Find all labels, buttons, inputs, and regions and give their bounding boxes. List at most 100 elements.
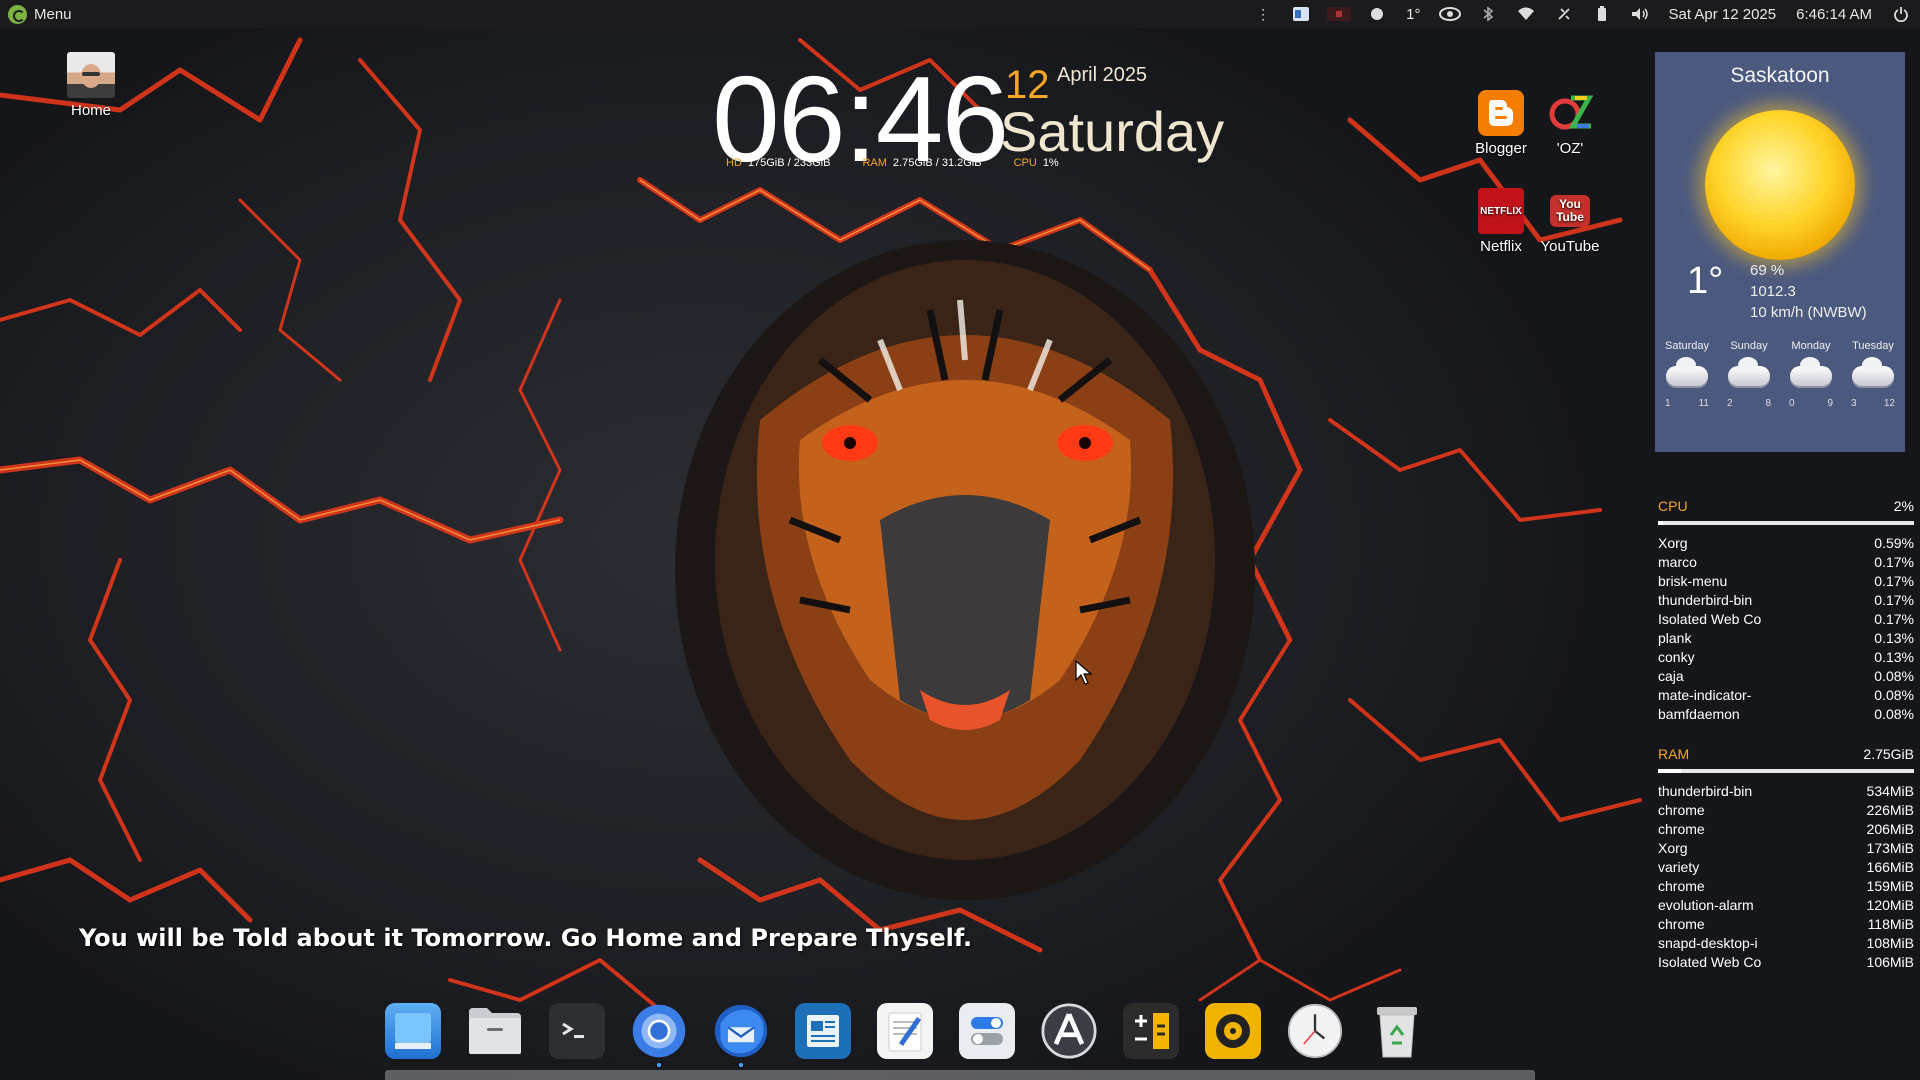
process-row: marco 0.17% [1658,553,1914,572]
youtube-logo-text: You Tube [1550,195,1590,227]
process-name: chrome [1658,878,1705,894]
power-icon[interactable] [1882,0,1920,28]
weather-wind: 10 km/h (NWBW) [1750,304,1867,321]
cloud-icon [1852,357,1894,386]
forecast-day-name: Tuesday [1852,340,1894,352]
process-value: 206MiB [1866,821,1914,837]
desktop-blogger-shortcut[interactable]: Blogger [1461,90,1541,157]
ram-label: RAM [862,157,887,169]
power-management-icon[interactable] [1545,0,1583,28]
kebab-menu-icon[interactable]: ⋮ [1244,0,1282,28]
process-value: 159MiB [1866,878,1914,894]
desktop-oz-shortcut[interactable]: 'OZ' [1530,90,1610,157]
calculator-icon[interactable] [1123,1003,1179,1059]
process-value: 0.17% [1874,611,1914,627]
process-name: chrome [1658,916,1705,932]
trash-icon[interactable] [1369,1003,1425,1059]
tray-temperature[interactable]: 1° [1396,6,1430,23]
netflix-icon: NETFLIX [1478,188,1524,234]
menu-button[interactable]: Menu [0,0,72,28]
process-value: 0.17% [1874,592,1914,608]
process-value: 108MiB [1866,935,1914,951]
process-value: 0.08% [1874,687,1914,703]
process-value: 0.08% [1874,706,1914,722]
process-value: 166MiB [1866,859,1914,875]
process-row: mate-indicator- 0.08% [1658,686,1914,705]
ram-usage-bar [1658,769,1914,773]
forecast-low: 1 [1665,398,1671,409]
process-value: 226MiB [1866,802,1914,818]
process-value: 0.13% [1874,630,1914,646]
home-label: Home [70,102,111,119]
hd-label: HD [726,157,742,169]
process-name: Xorg [1658,535,1688,551]
thunderbird-icon[interactable] [713,1003,769,1067]
cpu-process-list: Xorg 0.59% marco 0.17% brisk-menu 0.17% thu… [1658,534,1914,724]
battery-icon[interactable] [1583,0,1621,28]
process-name: chrome [1658,802,1705,818]
chromium-icon[interactable] [631,1003,687,1067]
ram-monitor-total: 2.75GiB [1863,746,1914,762]
desktop-home-icon[interactable]: Home [50,52,132,119]
notes-icon[interactable] [877,1003,933,1059]
process-value: 0.17% [1874,573,1914,589]
process-row: chrome 226MiB [1658,801,1914,820]
weather-indicator-icon[interactable] [1358,0,1396,28]
terminal-icon[interactable] [549,1003,605,1059]
files-icon[interactable] [467,1003,523,1059]
forecast-low: 3 [1851,398,1857,409]
process-row: conky 0.13% [1658,648,1914,667]
process-name: snapd-desktop-i [1658,935,1758,951]
process-name: Isolated Web Co [1658,611,1762,627]
text-editor-icon[interactable] [795,1003,851,1059]
clock-icon[interactable] [1287,1003,1343,1059]
window-switcher-icon[interactable] [1282,0,1320,28]
bluetooth-icon[interactable] [1469,0,1507,28]
clock-weekday: Saturday [1000,100,1225,163]
music-icon[interactable] [1205,1003,1261,1059]
youtube-label: YouTube [1540,238,1600,255]
process-value: 0.59% [1874,535,1914,551]
system-tray: ⋮ 1° Sat Apr 12 2025 6:46:14 AM [1244,0,1920,28]
process-name: chrome [1658,821,1705,837]
screen-preview-icon[interactable] [1320,0,1358,28]
tray-clock[interactable]: 6:46:14 AM [1786,6,1882,23]
home-avatar-icon [67,52,115,98]
process-name: plank [1658,630,1692,646]
process-row: Isolated Web Co 106MiB [1658,953,1914,972]
process-name: thunderbird-bin [1658,592,1753,608]
forecast-day: Saturday 1 11 [1657,340,1717,409]
cpu-usage-bar [1658,521,1914,525]
dock [385,998,1425,1067]
desktop-icon[interactable] [385,1003,441,1059]
process-name: thunderbird-bin [1658,783,1753,799]
volume-icon[interactable] [1621,0,1659,28]
software-icon[interactable] [1041,1003,1097,1059]
process-value: 118MiB [1867,916,1914,932]
tray-date[interactable]: Sat Apr 12 2025 [1659,6,1787,23]
settings-icon[interactable] [959,1003,1015,1059]
weather-widget: Saskatoon 1° 69 % 1012.3 10 km/h (NWBW) … [1655,52,1905,452]
eye-icon[interactable] [1431,0,1469,28]
forecast-day-name: Sunday [1730,340,1768,352]
process-name: conky [1658,649,1695,665]
desktop-netflix-shortcut[interactable]: NETFLIX Netflix [1461,188,1541,255]
ram-usage-fill [1658,769,1682,773]
clock-month-year: April 2025 [1057,64,1148,86]
process-name: marco [1658,554,1697,570]
cpu-usage-fill [1658,521,1664,525]
process-value: 0.13% [1874,649,1914,665]
wifi-icon[interactable] [1507,0,1545,28]
process-value: 0.08% [1874,668,1914,684]
process-row: variety 166MiB [1658,858,1914,877]
dock-shelf [385,1070,1535,1080]
tiger-face-image [675,240,1255,900]
cpu-monitor: CPU 2% Xorg 0.59% marco 0.17% brisk-menu 0.… [1658,498,1914,724]
process-row: brisk-menu 0.17% [1658,572,1914,591]
cpu-monitor-label: CPU [1658,498,1688,514]
system-summary: HD 175GiB / 233GiB RAM 2.75GiB / 31.2GiB… [726,157,1059,169]
desktop-youtube-shortcut[interactable]: You Tube YouTube [1530,188,1610,255]
cpu-label: CPU [1013,157,1037,169]
forecast-high: 9 [1827,398,1833,409]
process-row: chrome 206MiB [1658,820,1914,839]
